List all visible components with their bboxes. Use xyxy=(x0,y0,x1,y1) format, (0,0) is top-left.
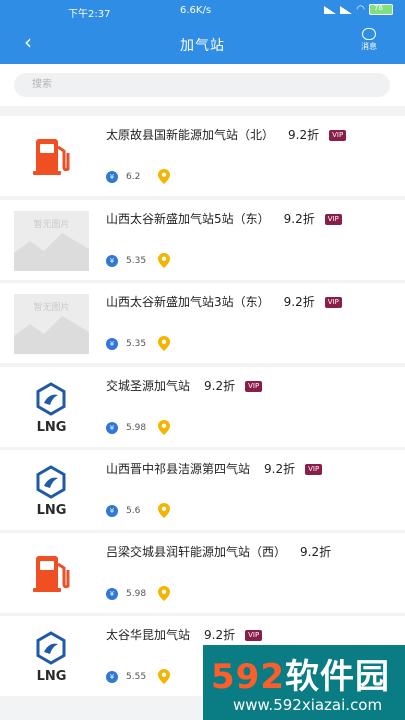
lng-logo: LNG xyxy=(14,461,89,521)
station-meta: ¥5.98 xyxy=(106,420,170,435)
discount: 9.2折 xyxy=(288,128,320,142)
gas-pump-icon xyxy=(33,556,70,592)
battery-level: 76 xyxy=(374,4,383,12)
message-label: 消息 xyxy=(361,42,377,51)
signal-icon xyxy=(324,5,337,14)
station-meta: ¥5.6 xyxy=(106,503,170,518)
yen-icon: ¥ xyxy=(106,504,118,517)
yen-icon: ¥ xyxy=(106,670,118,683)
discount: 9.2折 xyxy=(264,462,296,476)
search-bar: 搜索 xyxy=(0,64,405,106)
location-pin-icon[interactable] xyxy=(158,503,170,518)
mountain-icon xyxy=(14,316,89,354)
vip-badge: VIP xyxy=(329,130,347,141)
location-pin-icon[interactable] xyxy=(158,253,170,268)
lng-label: LNG xyxy=(36,669,67,684)
station-item[interactable]: 暂无图片 山西太谷新盛加气站3站（东） 9.2折 VIP ¥5.35 xyxy=(0,283,405,363)
station-meta: ¥6.2 xyxy=(106,169,170,184)
station-name: 太谷华昆加气站 xyxy=(106,628,191,642)
discount: 9.2折 xyxy=(204,379,236,393)
price: 5.35 xyxy=(126,338,147,349)
station-item[interactable]: 太原故县国新能源加气站（北） 9.2折 VIP ¥6.2 xyxy=(0,116,405,196)
placeholder-image: 暂无图片 xyxy=(14,294,89,354)
station-name-line: 吕梁交城县润轩能源加气站（西） 9.2折 xyxy=(106,543,386,562)
discount: 9.2折 xyxy=(204,628,236,642)
watermark: 592软件园 www.592xiazai.com xyxy=(203,645,405,720)
station-name-line: 太谷华昆加气站 9.2折 VIP xyxy=(106,626,386,645)
location-pin-icon[interactable] xyxy=(158,169,170,184)
station-name-line: 山西太谷新盛加气站3站（东） 9.2折 VIP xyxy=(106,293,386,312)
lng-logo: LNG xyxy=(14,378,89,438)
station-name-line: 山西晋中祁县洁源第四气站 9.2折 VIP xyxy=(106,460,386,479)
station-meta: ¥5.55 xyxy=(106,669,170,684)
page-title: 加气站 xyxy=(180,38,225,54)
station-meta: ¥5.35 xyxy=(106,336,170,351)
yen-icon: ¥ xyxy=(106,587,118,600)
vip-badge: VIP xyxy=(324,297,342,308)
location-pin-icon[interactable] xyxy=(158,586,170,601)
station-item[interactable]: 吕梁交城县润轩能源加气站（西） 9.2折 ¥5.98 xyxy=(0,533,405,613)
location-pin-icon[interactable] xyxy=(158,669,170,684)
discount: 9.2折 xyxy=(300,545,332,559)
station-meta: ¥5.35 xyxy=(106,253,170,268)
station-meta: ¥5.98 xyxy=(106,586,170,601)
vip-badge: VIP xyxy=(305,464,323,475)
status-time: 下午2:37 xyxy=(68,9,111,20)
station-name-line: 交城圣源加气站 9.2折 VIP xyxy=(106,377,386,396)
yen-icon: ¥ xyxy=(106,254,118,267)
yen-icon: ¥ xyxy=(106,421,118,434)
battery-icon: 76 xyxy=(369,4,393,15)
vip-badge: VIP xyxy=(245,630,263,641)
yen-icon: ¥ xyxy=(106,337,118,350)
status-bar: 下午2:37 6.6K/s ◠ 76 xyxy=(0,0,405,22)
location-pin-icon[interactable] xyxy=(158,420,170,435)
price: 5.98 xyxy=(126,422,147,433)
search-input[interactable]: 搜索 xyxy=(14,73,390,97)
station-name: 吕梁交城县润轩能源加气站（西） xyxy=(106,545,287,559)
yen-icon: ¥ xyxy=(106,170,118,183)
station-name: 交城圣源加气站 xyxy=(106,379,191,393)
price: 6.2 xyxy=(126,171,141,182)
nav-bar: ‹ 加气站 消息 xyxy=(0,22,405,64)
price: 5.55 xyxy=(126,671,147,682)
lng-label: LNG xyxy=(36,420,67,435)
lng-label: LNG xyxy=(36,503,67,518)
discount: 9.2折 xyxy=(283,212,315,226)
placeholder-image: 暂无图片 xyxy=(14,211,89,271)
station-name: 山西太谷新盛加气站5站（东） xyxy=(106,212,270,226)
watermark-brand: 592软件园 xyxy=(211,657,390,697)
chat-bubble-icon xyxy=(362,28,376,40)
price: 5.98 xyxy=(126,588,147,599)
mountain-icon xyxy=(14,233,89,271)
status-icons: ◠ 76 xyxy=(324,4,393,15)
network-speed: 6.6K/s xyxy=(180,5,212,16)
gas-pump-icon xyxy=(14,544,89,604)
price: 5.35 xyxy=(126,255,147,266)
location-pin-icon[interactable] xyxy=(158,336,170,351)
station-item[interactable]: LNG 交城圣源加气站 9.2折 VIP ¥5.98 xyxy=(0,367,405,447)
gas-pump-icon xyxy=(14,127,89,187)
price: 5.6 xyxy=(126,505,141,516)
vip-badge: VIP xyxy=(324,214,342,225)
wifi-icon: ◠ xyxy=(356,4,365,15)
station-item[interactable]: 暂无图片 山西太谷新盛加气站5站（东） 9.2折 VIP ¥5.35 xyxy=(0,200,405,280)
vip-badge: VIP xyxy=(245,381,263,392)
station-item[interactable]: LNG 山西晋中祁县洁源第四气站 9.2折 VIP ¥5.6 xyxy=(0,450,405,530)
watermark-url: www.592xiazai.com xyxy=(233,696,383,714)
station-name: 太原故县国新能源加气站（北） xyxy=(106,128,275,142)
station-name: 山西太谷新盛加气站3站（东） xyxy=(106,295,270,309)
signal-icon xyxy=(340,5,353,14)
station-name: 山西晋中祁县洁源第四气站 xyxy=(106,462,251,476)
gas-pump-icon xyxy=(33,139,70,175)
station-name-line: 山西太谷新盛加气站5站（东） 9.2折 VIP xyxy=(106,210,386,229)
message-button[interactable]: 消息 xyxy=(349,28,389,52)
lng-logo: LNG xyxy=(14,627,89,687)
station-name-line: 太原故县国新能源加气站（北） 9.2折 VIP xyxy=(106,126,386,145)
discount: 9.2折 xyxy=(283,295,315,309)
